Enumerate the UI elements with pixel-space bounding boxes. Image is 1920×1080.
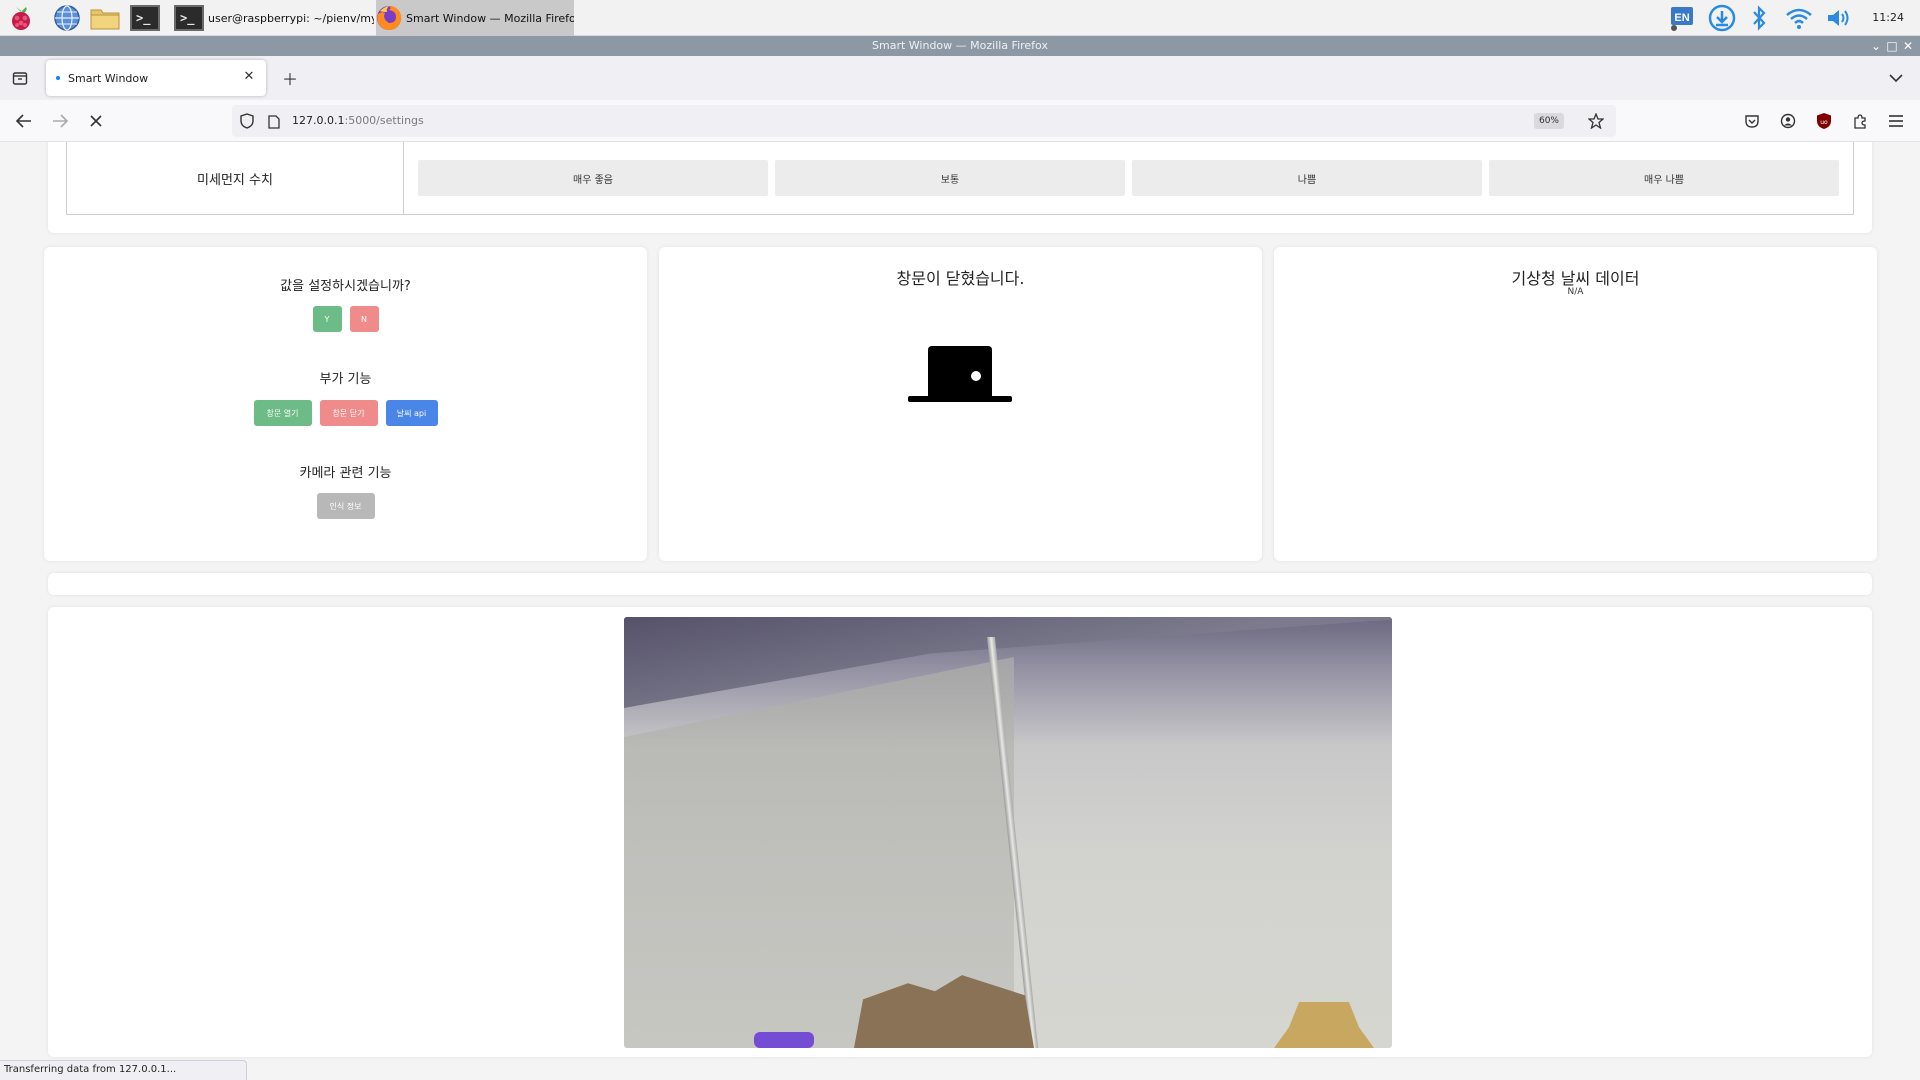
extra-features-title: 부가 기능 [319,372,372,387]
url-host: 127.0.0.1 [292,114,345,127]
keyboard-layout-label: EN [1674,12,1689,24]
web-browser-icon[interactable] [52,3,82,33]
minimize-icon[interactable]: ⌄ [1868,36,1884,56]
raspberry-menu-icon[interactable] [6,3,36,33]
window-status-card: 창문이 닫혔습니다. [659,247,1262,561]
camera-hat-shape [1274,1002,1374,1048]
taskbar-task-firefox[interactable]: Smart Window — Mozilla Firefox [376,0,574,36]
pocket-icon[interactable] [1738,107,1766,135]
open-window-button[interactable]: 창문 열기 [253,400,312,426]
weather-api-button[interactable]: 날씨 api [385,400,438,426]
terminal-icon[interactable]: >_ [130,3,160,33]
zoom-indicator[interactable]: 60% [1533,113,1564,129]
camera-feed-image [624,617,1392,1048]
window-titlebar[interactable]: Smart Window — Mozilla Firefox ⌄ □ ✕ [0,36,1920,56]
camera-buttons: 인식 정보 [44,493,647,519]
keyboard-layout-icon[interactable]: EN [1664,0,1700,36]
pm-level-bad[interactable]: 나쁨 [1132,160,1482,196]
weather-card: 기상청 날씨 데이터 N/A [1274,247,1877,561]
pm-level-very-good[interactable]: 매우 좋음 [418,160,768,196]
no-button[interactable]: N [349,306,379,332]
tab-smart-window[interactable]: Smart Window ✕ [46,60,266,96]
tab-title: Smart Window [68,71,149,85]
recognition-info-button[interactable]: 인식 정보 [316,493,375,519]
maximize-icon[interactable]: □ [1884,36,1900,56]
firefox-icon [376,3,402,33]
list-all-tabs-icon[interactable] [1882,64,1910,92]
url-bar[interactable]: 127.0.0.1:5000/settings 60% [232,105,1616,137]
firefox-view-icon[interactable] [6,64,34,92]
pm-level-very-bad[interactable]: 매우 나쁨 [1489,160,1839,196]
close-window-button[interactable]: 창문 닫기 [319,400,378,426]
terminal-glyph: >_ [130,5,160,31]
settings-card: 값을 설정하시겠습니까? Y N 부가 기능 창문 열기 창문 닫기 날씨 ap… [44,247,647,561]
os-taskbar: >_ >_ user@raspberrypi: ~/pienv/myfla...… [0,0,1920,36]
tab-close-icon[interactable]: ✕ [240,68,258,86]
volume-icon[interactable] [1822,0,1856,36]
stop-loading-icon[interactable] [82,107,110,135]
hamburger-menu-icon[interactable] [1882,107,1910,135]
pm-label: 미세먼지 수치 [67,142,404,214]
window-title: Smart Window — Mozilla Firefox [872,39,1048,52]
forward-icon[interactable] [46,107,74,135]
terminal-glyph: >_ [174,5,204,31]
page-info-icon[interactable] [268,114,280,133]
taskbar-task-label: Smart Window — Mozilla Firefox [406,11,574,25]
terminal-icon: >_ [174,3,204,33]
extensions-icon[interactable] [1846,107,1874,135]
spacer-card [48,573,1872,595]
clock: 11:24 [1872,11,1904,24]
yes-no-buttons: Y N [44,306,647,332]
extra-feature-buttons: 창문 열기 창문 닫기 날씨 api [44,400,647,426]
url-text[interactable]: 127.0.0.1:5000/settings [292,105,424,137]
close-window-icon[interactable]: ✕ [1900,36,1916,56]
new-tab-icon[interactable]: ＋ [276,64,304,92]
tracking-protection-shield-icon[interactable] [240,113,254,133]
taskbar-task-label: user@raspberrypi: ~/pienv/myfla... [208,11,374,25]
page-content: 미세먼지 수치 매우 좋음 보통 나쁨 매우 나쁨 값을 설정하시겠습니까? Y… [0,142,1920,1080]
yes-button[interactable]: Y [312,306,342,332]
taskbar-task-terminal[interactable]: >_ user@raspberrypi: ~/pienv/myfla... [174,0,374,36]
wifi-icon[interactable] [1782,0,1816,36]
back-icon[interactable] [10,107,38,135]
file-manager-icon[interactable] [90,3,120,33]
bookmark-star-icon[interactable] [1587,112,1605,133]
camera-purple-object-shape [754,1032,814,1048]
url-path: :5000/settings [344,114,424,127]
bluetooth-icon[interactable] [1744,0,1774,36]
download-icon[interactable] [1706,0,1738,36]
navigation-toolbar: 127.0.0.1:5000/settings 60% uo [0,100,1920,142]
pm-levels: 매우 좋음 보통 나쁨 매우 나쁨 [404,142,1853,214]
closed-door-icon [908,346,1012,402]
camera-card [48,607,1872,1057]
weather-title: 기상청 날씨 데이터 [1511,269,1640,288]
camera-features-title: 카메라 관련 기능 [299,466,392,481]
status-bar: Transferring data from 127.0.0.1... [0,1060,248,1080]
pm-table: 미세먼지 수치 매우 좋음 보통 나쁨 매우 나쁨 [66,142,1854,215]
set-value-question: 값을 설정하시겠습니까? [280,279,411,294]
account-icon[interactable] [1774,107,1802,135]
weather-value: N/A [1567,287,1584,297]
svg-text:uo: uo [1820,119,1828,126]
pm-level-normal[interactable]: 보통 [775,160,1125,196]
ublock-origin-icon[interactable]: uo [1810,107,1838,135]
tab-loading-dot [56,76,60,80]
tab-strip: Smart Window ✕ ＋ [0,56,1920,100]
window-status-text: 창문이 닫혔습니다. [896,269,1025,288]
pm-card: 미세먼지 수치 매우 좋음 보통 나쁨 매우 나쁨 [48,142,1872,233]
